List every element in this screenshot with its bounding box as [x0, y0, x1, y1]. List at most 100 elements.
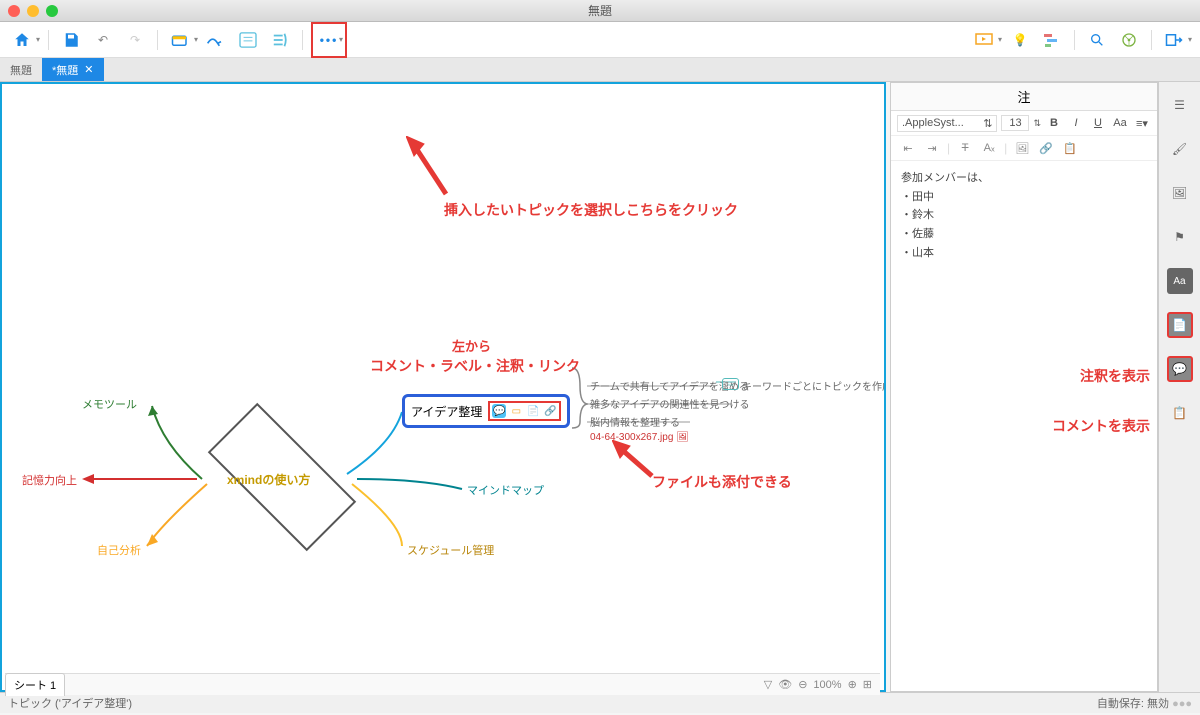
window-title: 無題: [588, 2, 612, 19]
image-icon[interactable]: 🖼: [1167, 180, 1193, 206]
save-button[interactable]: [57, 26, 85, 54]
task-icon[interactable]: 📋: [1167, 400, 1193, 426]
font-color-button[interactable]: Aa: [1111, 114, 1129, 132]
annotation-insert: 挿入したいトピックを選択しこちらをクリック: [444, 200, 738, 220]
notes-format-toolbar-2: ⇤ ⇥ | T Aₓ | 🖼 🔗 📋: [891, 136, 1157, 161]
redo-button[interactable]: ↷: [121, 26, 149, 54]
insert-image-icon[interactable]: 🖼: [1013, 139, 1031, 157]
visibility-icon[interactable]: 👁: [778, 678, 792, 691]
label-icon[interactable]: ▭: [509, 404, 523, 418]
idea-child-2[interactable]: 雑多なアイデアの関連性を見つける: [590, 396, 750, 411]
panel-title: 注: [891, 83, 1157, 111]
note-line: 参加メンバーは、: [901, 169, 1147, 188]
branch-memory[interactable]: 記憶力向上: [22, 472, 77, 488]
branch-schedule[interactable]: スケジュール管理: [407, 542, 494, 558]
annotation-show-comments: コメントを表示: [1052, 416, 1150, 436]
notes-format-toolbar: .AppleSyst... ⇅ 13⇅ B I U Aa ≡▾: [891, 111, 1157, 136]
annotation-icons-body: コメント・ラベル・注釈・リンク: [370, 356, 580, 376]
status-right: 自動保存: 無効 ●●●: [1097, 695, 1192, 711]
note-line: ・山本: [901, 244, 1147, 263]
font-size-input[interactable]: 13: [1001, 115, 1029, 131]
main-area: xmindの使い方 メモツール 記憶力向上 自己分析 マインドマップ スケジュー…: [0, 82, 1200, 692]
notes-content[interactable]: 参加メンバーは、 ・田中 ・鈴木 ・佐藤 ・山本: [891, 161, 1157, 270]
comments-tab-icon[interactable]: 💬: [1167, 356, 1193, 382]
image-file-icon: 🖼: [676, 432, 689, 443]
search-button[interactable]: [1083, 26, 1111, 54]
underline-button[interactable]: U: [1089, 114, 1107, 132]
central-topic-label: xmindの使い方: [227, 471, 310, 488]
mindmap-canvas[interactable]: xmindの使い方 メモツール 記憶力向上 自己分析 マインドマップ スケジュー…: [0, 82, 886, 692]
notes-icon[interactable]: 📄: [526, 404, 540, 418]
brainstorm-button[interactable]: 💡: [1006, 26, 1034, 54]
link-icon[interactable]: 🔗: [543, 404, 557, 418]
document-tabs: 無題 *無題✕: [0, 58, 1200, 82]
note-line: ・鈴木: [901, 206, 1147, 225]
home-dropdown-icon[interactable]: ▾: [36, 35, 40, 44]
comment-icon[interactable]: 💬: [492, 404, 506, 418]
zoom-out-icon[interactable]: ⊖: [798, 678, 807, 691]
more-dropdown-icon[interactable]: ▾: [339, 35, 343, 44]
export-button[interactable]: [1160, 26, 1188, 54]
format-icon[interactable]: 🖌: [1167, 136, 1193, 162]
more-insert-highlight: ••• ▾: [311, 22, 347, 58]
undo-button[interactable]: ↶: [89, 26, 117, 54]
notes-panel: 注 .AppleSyst... ⇅ 13⇅ B I U Aa ≡▾ ⇤ ⇥ | …: [890, 82, 1158, 692]
branch-idea-selected[interactable]: アイデア整理 💬 ▭ 📄 🔗: [402, 394, 570, 428]
idea-child-3[interactable]: 脳内情報を整理する: [590, 414, 680, 429]
titlebar: 無題: [0, 0, 1200, 22]
linked-topic[interactable]: キーワードごとにトピックを作成: [742, 378, 886, 393]
tab-active[interactable]: *無題✕: [42, 58, 104, 81]
status-bar: トピック ('アイデア整理') 自動保存: 無効 ●●●: [0, 692, 1200, 713]
align-button[interactable]: ≡▾: [1133, 114, 1151, 132]
export-dropdown-icon[interactable]: ▾: [1188, 35, 1192, 44]
copy-icon[interactable]: 📋: [1061, 139, 1079, 157]
outline-icon[interactable]: ☰: [1167, 92, 1193, 118]
idea-icons-highlight: 💬 ▭ 📄 🔗: [488, 401, 561, 421]
annotation-lefthand-title: 左から: [452, 336, 491, 355]
zoom-in-icon[interactable]: ⊕: [848, 678, 857, 691]
home-button[interactable]: [8, 26, 36, 54]
notes-tab-icon[interactable]: 📄: [1167, 312, 1193, 338]
note-line: ・佐藤: [901, 225, 1147, 244]
maximize-window-icon[interactable]: [46, 5, 58, 17]
zoom-level[interactable]: 100%: [813, 679, 841, 691]
close-tab-icon[interactable]: ✕: [84, 63, 93, 76]
branch-self[interactable]: 自己分析: [97, 542, 141, 558]
indent-left-icon[interactable]: ⇤: [899, 139, 917, 157]
tab-inactive[interactable]: 無題: [0, 58, 42, 81]
gantt-button[interactable]: [1038, 26, 1066, 54]
clear-format-button[interactable]: Aₓ: [980, 139, 998, 157]
topic-dropdown-icon[interactable]: ▾: [194, 35, 198, 44]
branch-memo[interactable]: メモツール: [82, 396, 137, 412]
summary-button[interactable]: [266, 26, 294, 54]
filter-icon[interactable]: ▽: [764, 678, 772, 691]
share-button[interactable]: [1115, 26, 1143, 54]
relationship-label-icon[interactable]: ⇔: [722, 378, 739, 390]
annotation-attach: ファイルも添付できる: [652, 472, 792, 492]
branch-mindmap[interactable]: マインドマップ: [467, 482, 544, 498]
presentation-button[interactable]: [970, 26, 998, 54]
minimize-window-icon[interactable]: [27, 5, 39, 17]
indent-right-icon[interactable]: ⇥: [923, 139, 941, 157]
relationship-button[interactable]: [202, 26, 230, 54]
insert-link-icon[interactable]: 🔗: [1037, 139, 1055, 157]
bold-button[interactable]: B: [1045, 114, 1063, 132]
marker-icon[interactable]: ⚑: [1167, 224, 1193, 250]
sheet-tab[interactable]: シート 1: [5, 673, 65, 696]
central-topic[interactable]: xmindの使い方: [202, 454, 362, 504]
annotation-show-notes: 注釈を表示: [1080, 366, 1150, 386]
strike-button[interactable]: T: [956, 139, 974, 157]
autosave-indicator-icon[interactable]: ●●●: [1172, 698, 1192, 710]
status-left: トピック ('アイデア整理'): [8, 695, 132, 711]
font-icon[interactable]: Aa: [1167, 268, 1193, 294]
idea-label: アイデア整理: [411, 403, 482, 420]
font-family-select[interactable]: .AppleSyst... ⇅: [897, 115, 997, 132]
fit-icon[interactable]: ⊞: [863, 678, 872, 691]
new-topic-button[interactable]: [166, 26, 194, 54]
presentation-dropdown-icon[interactable]: ▾: [998, 35, 1002, 44]
boundary-button[interactable]: [234, 26, 262, 54]
close-window-icon[interactable]: [8, 5, 20, 17]
note-line: ・田中: [901, 188, 1147, 207]
italic-button[interactable]: I: [1067, 114, 1085, 132]
sheet-bar: シート 1 ▽ 👁 ⊖ 100% ⊕ ⊞: [5, 673, 880, 695]
